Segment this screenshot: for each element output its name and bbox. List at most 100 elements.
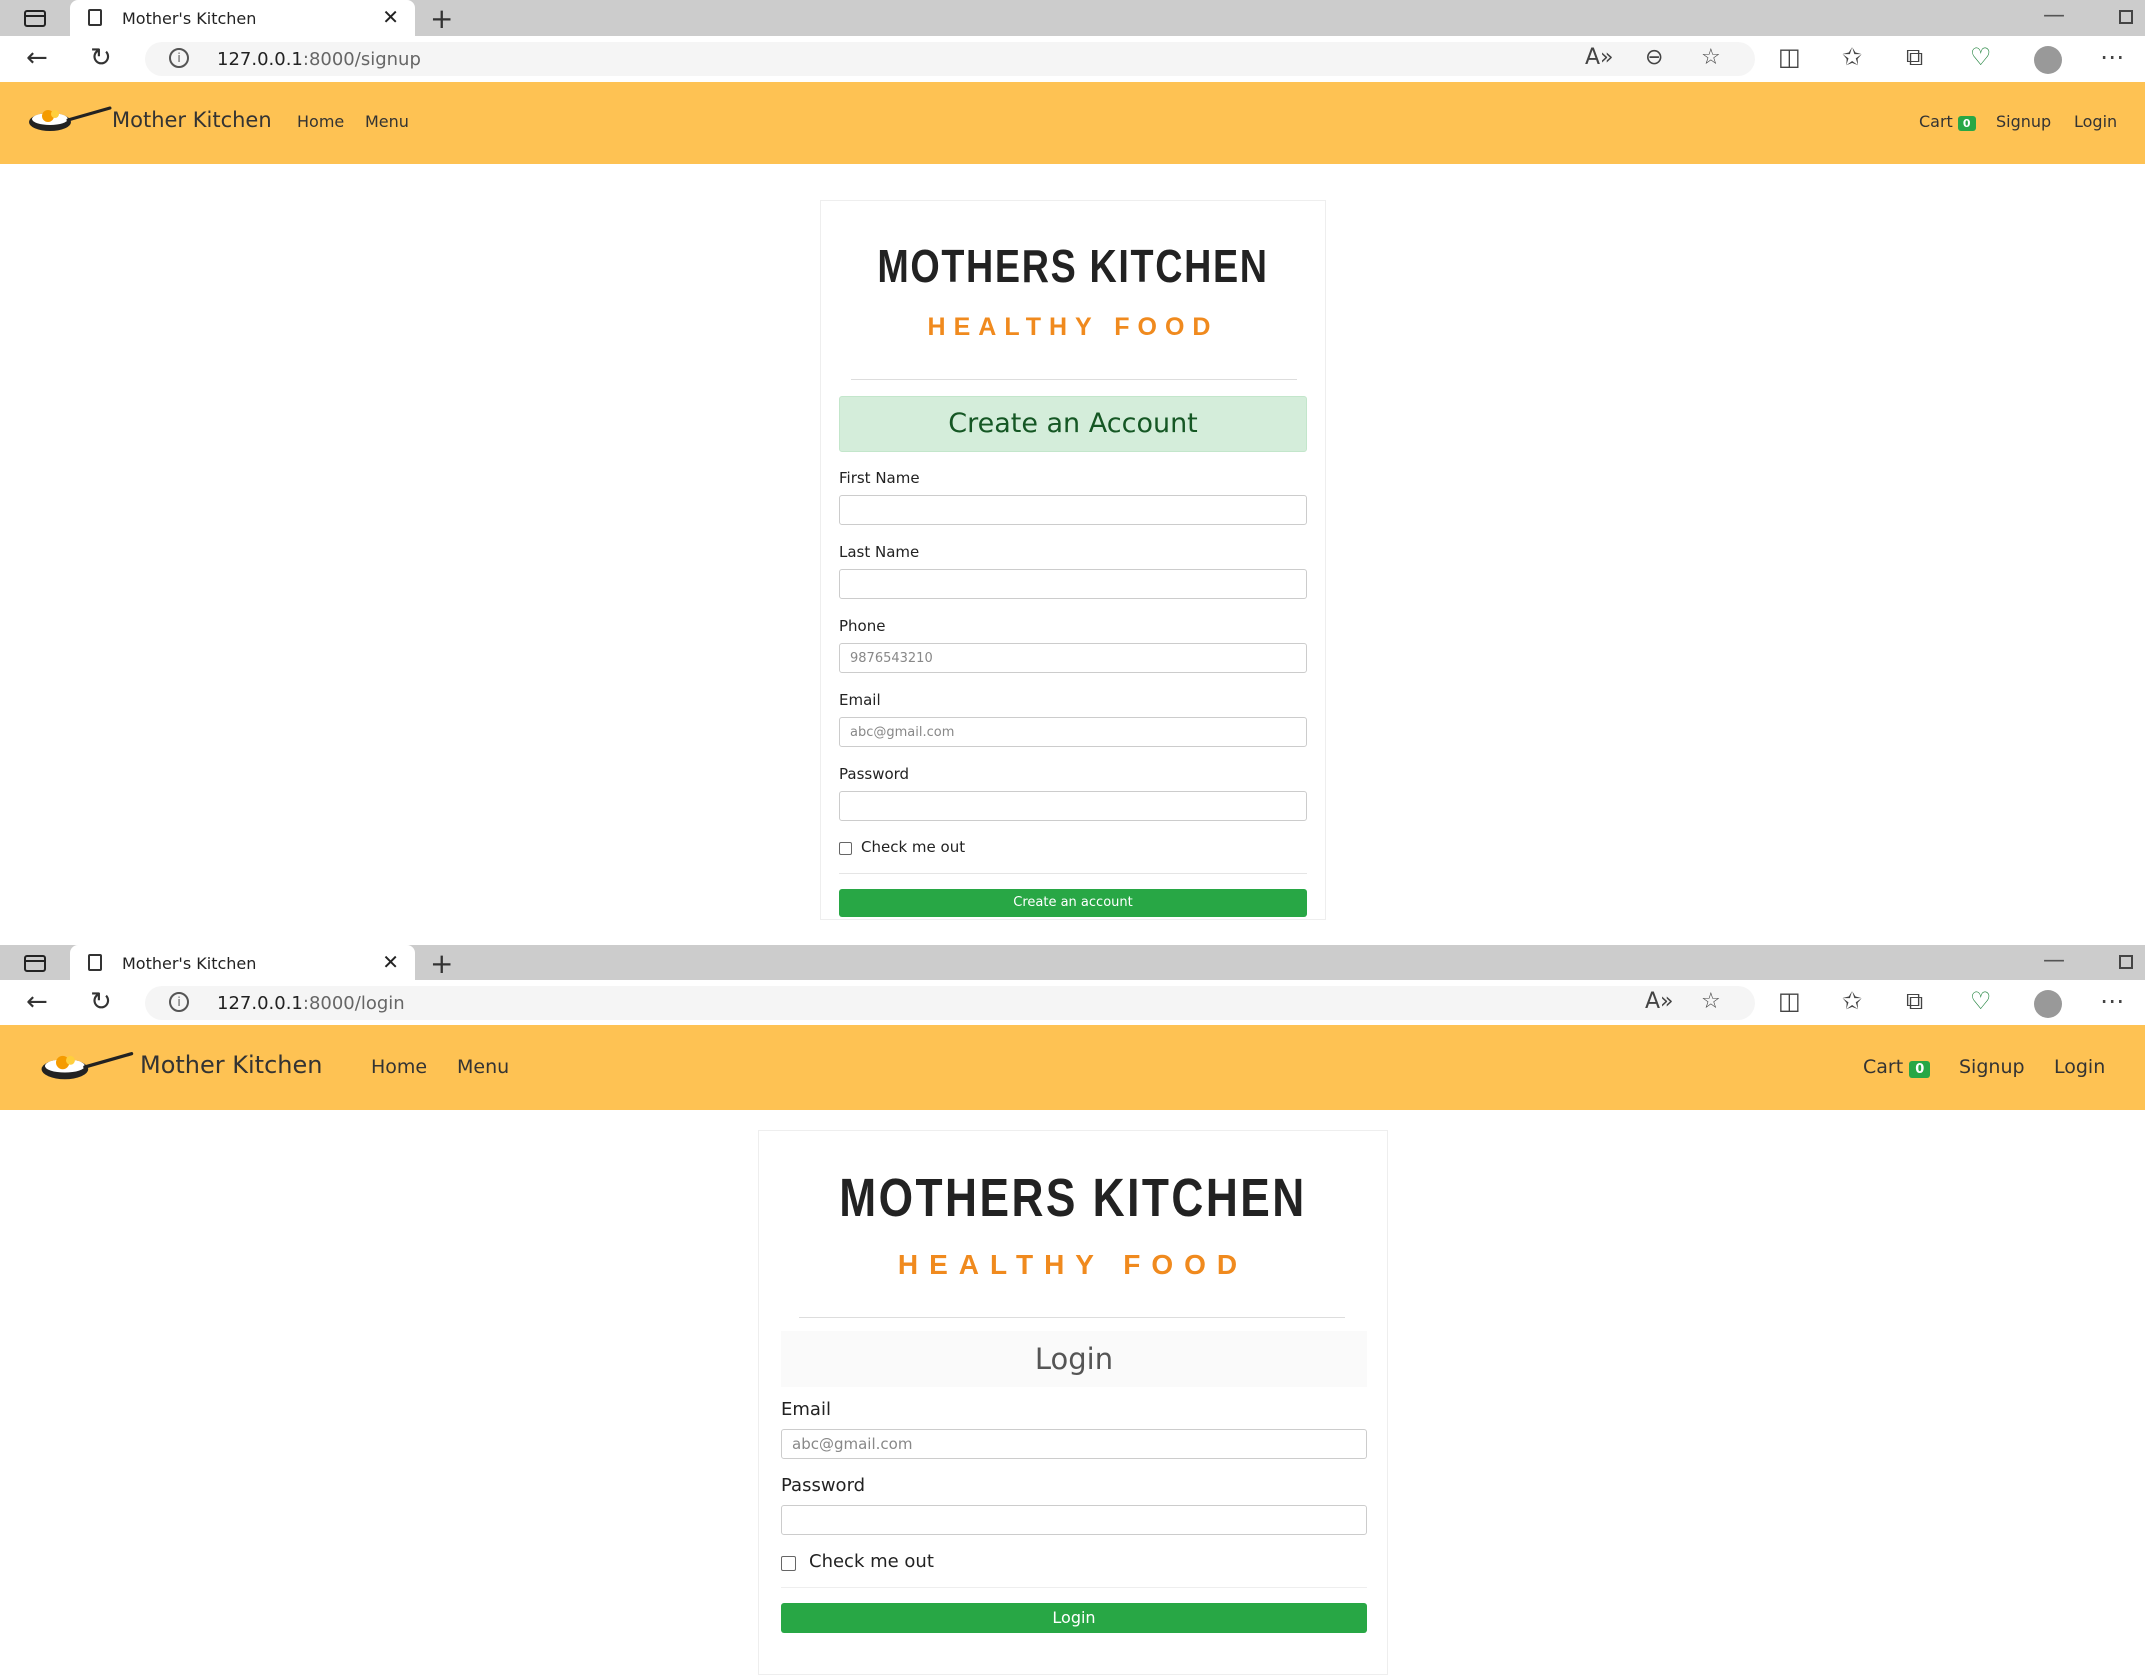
password-label: Password: [839, 765, 910, 783]
browser-tab[interactable]: Mother's Kitchen ✕: [70, 945, 415, 980]
plus-icon[interactable]: +: [430, 2, 453, 35]
cart-count-badge: 0: [1909, 1061, 1931, 1078]
tab-title: Mother's Kitchen: [122, 954, 257, 973]
nav-menu-link[interactable]: Menu: [365, 112, 409, 131]
more-icon[interactable]: ⋯: [2100, 987, 2124, 1015]
brand-name[interactable]: Mother Kitchen: [112, 108, 272, 132]
email-input[interactable]: [781, 1429, 1367, 1459]
browser-essentials-icon[interactable]: ♡: [1970, 987, 1992, 1015]
last-name-input[interactable]: [839, 569, 1307, 599]
pan-logo-icon[interactable]: [26, 102, 112, 138]
favorite-star-icon[interactable]: ☆: [1701, 45, 1721, 70]
nav-login-link[interactable]: Login: [2074, 112, 2117, 131]
refresh-icon[interactable]: ↻: [90, 988, 112, 1016]
password-input[interactable]: [781, 1505, 1367, 1535]
check-me-out-checkbox[interactable]: [839, 842, 852, 855]
read-aloud-icon[interactable]: A»: [1585, 45, 1614, 70]
cart-label: Cart: [1863, 1056, 1904, 1078]
signup-browser-window: Mother's Kitchen ✕ + — ← ↻ i 127.0.0.1:8…: [0, 0, 2145, 945]
collections-icon[interactable]: ⧉: [1906, 43, 1923, 71]
back-icon[interactable]: ←: [26, 988, 48, 1016]
nav-home-link[interactable]: Home: [297, 112, 344, 131]
back-icon[interactable]: ←: [26, 44, 48, 72]
profile-icon[interactable]: [2034, 46, 2062, 74]
password-label: Password: [781, 1475, 866, 1496]
check-me-out-checkbox[interactable]: [781, 1556, 796, 1571]
phone-label: Phone: [839, 617, 886, 635]
more-icon[interactable]: ⋯: [2100, 43, 2124, 71]
email-label: Email: [781, 1399, 831, 1420]
tab-strip: Mother's Kitchen ✕ + —: [0, 0, 2145, 36]
tab-title: Mother's Kitchen: [122, 9, 257, 28]
page-icon: [88, 954, 102, 971]
sidebar-toggle-icon[interactable]: [24, 10, 46, 27]
read-aloud-icon[interactable]: A»: [1645, 989, 1674, 1014]
login-card: MOTHERS KITCHEN HEALTHY FOOD Login Email…: [758, 1130, 1388, 1675]
logo-divider: [851, 379, 1297, 380]
form-divider: [839, 873, 1307, 874]
favorites-icon[interactable]: ✩: [1842, 43, 1862, 71]
close-icon[interactable]: ✕: [382, 5, 399, 29]
restore-icon[interactable]: [2119, 10, 2133, 24]
minimize-icon[interactable]: —: [2043, 3, 2065, 28]
brand-name[interactable]: Mother Kitchen: [140, 1051, 322, 1079]
close-icon[interactable]: ✕: [382, 950, 399, 974]
site-navbar: Mother Kitchen Home Menu Cart 0 Signup L…: [0, 82, 2145, 164]
logo-title: MOTHERS KITCHEN: [839, 1168, 1307, 1228]
sidebar-toggle-icon[interactable]: [24, 955, 46, 972]
address-bar-row: ← ↻ i 127.0.0.1:8000/login A» ☆ ◫ ✩ ⧉ ♡ …: [0, 980, 2145, 1025]
restore-icon[interactable]: [2119, 955, 2133, 969]
phone-input[interactable]: [839, 643, 1307, 673]
browser-essentials-icon[interactable]: ♡: [1970, 43, 1992, 71]
first-name-input[interactable]: [839, 495, 1307, 525]
signup-card: MOTHERS KITCHEN HEALTHY FOOD Create an A…: [820, 200, 1326, 920]
info-icon[interactable]: i: [169, 48, 189, 68]
pan-logo-icon[interactable]: [34, 1047, 138, 1087]
tab-strip: Mother's Kitchen ✕ + —: [0, 945, 2145, 980]
browser-tab[interactable]: Mother's Kitchen ✕: [70, 0, 415, 36]
nav-cart-link[interactable]: Cart 0: [1919, 112, 1976, 131]
page-icon: [88, 9, 102, 26]
split-screen-icon[interactable]: ◫: [1778, 987, 1801, 1015]
url-text: 127.0.0.1:8000/signup: [217, 49, 421, 70]
url-text: 127.0.0.1:8000/login: [217, 993, 405, 1014]
nav-signup-link[interactable]: Signup: [1959, 1056, 2025, 1078]
favorites-icon[interactable]: ✩: [1842, 987, 1862, 1015]
check-me-out-label[interactable]: Check me out: [809, 1551, 934, 1572]
email-input[interactable]: [839, 717, 1307, 747]
cart-label: Cart: [1919, 112, 1953, 131]
site-navbar: Mother Kitchen Home Menu Cart 0 Signup L…: [0, 1025, 2145, 1110]
create-account-button[interactable]: Create an account: [839, 889, 1307, 917]
form-heading: Create an Account: [839, 396, 1307, 452]
nav-menu-link[interactable]: Menu: [457, 1056, 509, 1078]
first-name-label: First Name: [839, 469, 920, 487]
form-divider: [781, 1587, 1367, 1588]
logo-subtitle: HEALTHY FOOD: [927, 313, 1219, 341]
profile-icon[interactable]: [2034, 990, 2062, 1018]
login-button[interactable]: Login: [781, 1603, 1367, 1633]
email-label: Email: [839, 691, 881, 709]
zoom-icon[interactable]: ⊖: [1645, 45, 1663, 70]
nav-cart-link[interactable]: Cart 0: [1863, 1056, 1931, 1078]
check-me-out-label[interactable]: Check me out: [861, 838, 965, 856]
password-input[interactable]: [839, 791, 1307, 821]
address-bar[interactable]: i 127.0.0.1:8000/signup A» ⊖ ☆: [145, 42, 1755, 76]
cart-count-badge: 0: [1957, 116, 1976, 131]
logo-title: MOTHERS KITCHEN: [877, 240, 1269, 292]
favorite-star-icon[interactable]: ☆: [1701, 989, 1721, 1014]
last-name-label: Last Name: [839, 543, 920, 561]
form-heading: Login: [781, 1331, 1367, 1387]
address-bar[interactable]: i 127.0.0.1:8000/login A» ☆: [145, 986, 1755, 1020]
login-browser-window: Mother's Kitchen ✕ + — ← ↻ i 127.0.0.1:8…: [0, 945, 2145, 1675]
nav-signup-link[interactable]: Signup: [1996, 112, 2051, 131]
minimize-icon[interactable]: —: [2043, 948, 2065, 973]
nav-login-link[interactable]: Login: [2054, 1056, 2105, 1078]
plus-icon[interactable]: +: [430, 947, 453, 980]
collections-icon[interactable]: ⧉: [1906, 987, 1923, 1015]
nav-home-link[interactable]: Home: [371, 1056, 427, 1078]
refresh-icon[interactable]: ↻: [90, 44, 112, 72]
info-icon[interactable]: i: [169, 992, 189, 1012]
address-bar-row: ← ↻ i 127.0.0.1:8000/signup A» ⊖ ☆ ◫ ✩ ⧉…: [0, 36, 2145, 82]
logo-subtitle: HEALTHY FOOD: [897, 1249, 1249, 1280]
split-screen-icon[interactable]: ◫: [1778, 43, 1801, 71]
